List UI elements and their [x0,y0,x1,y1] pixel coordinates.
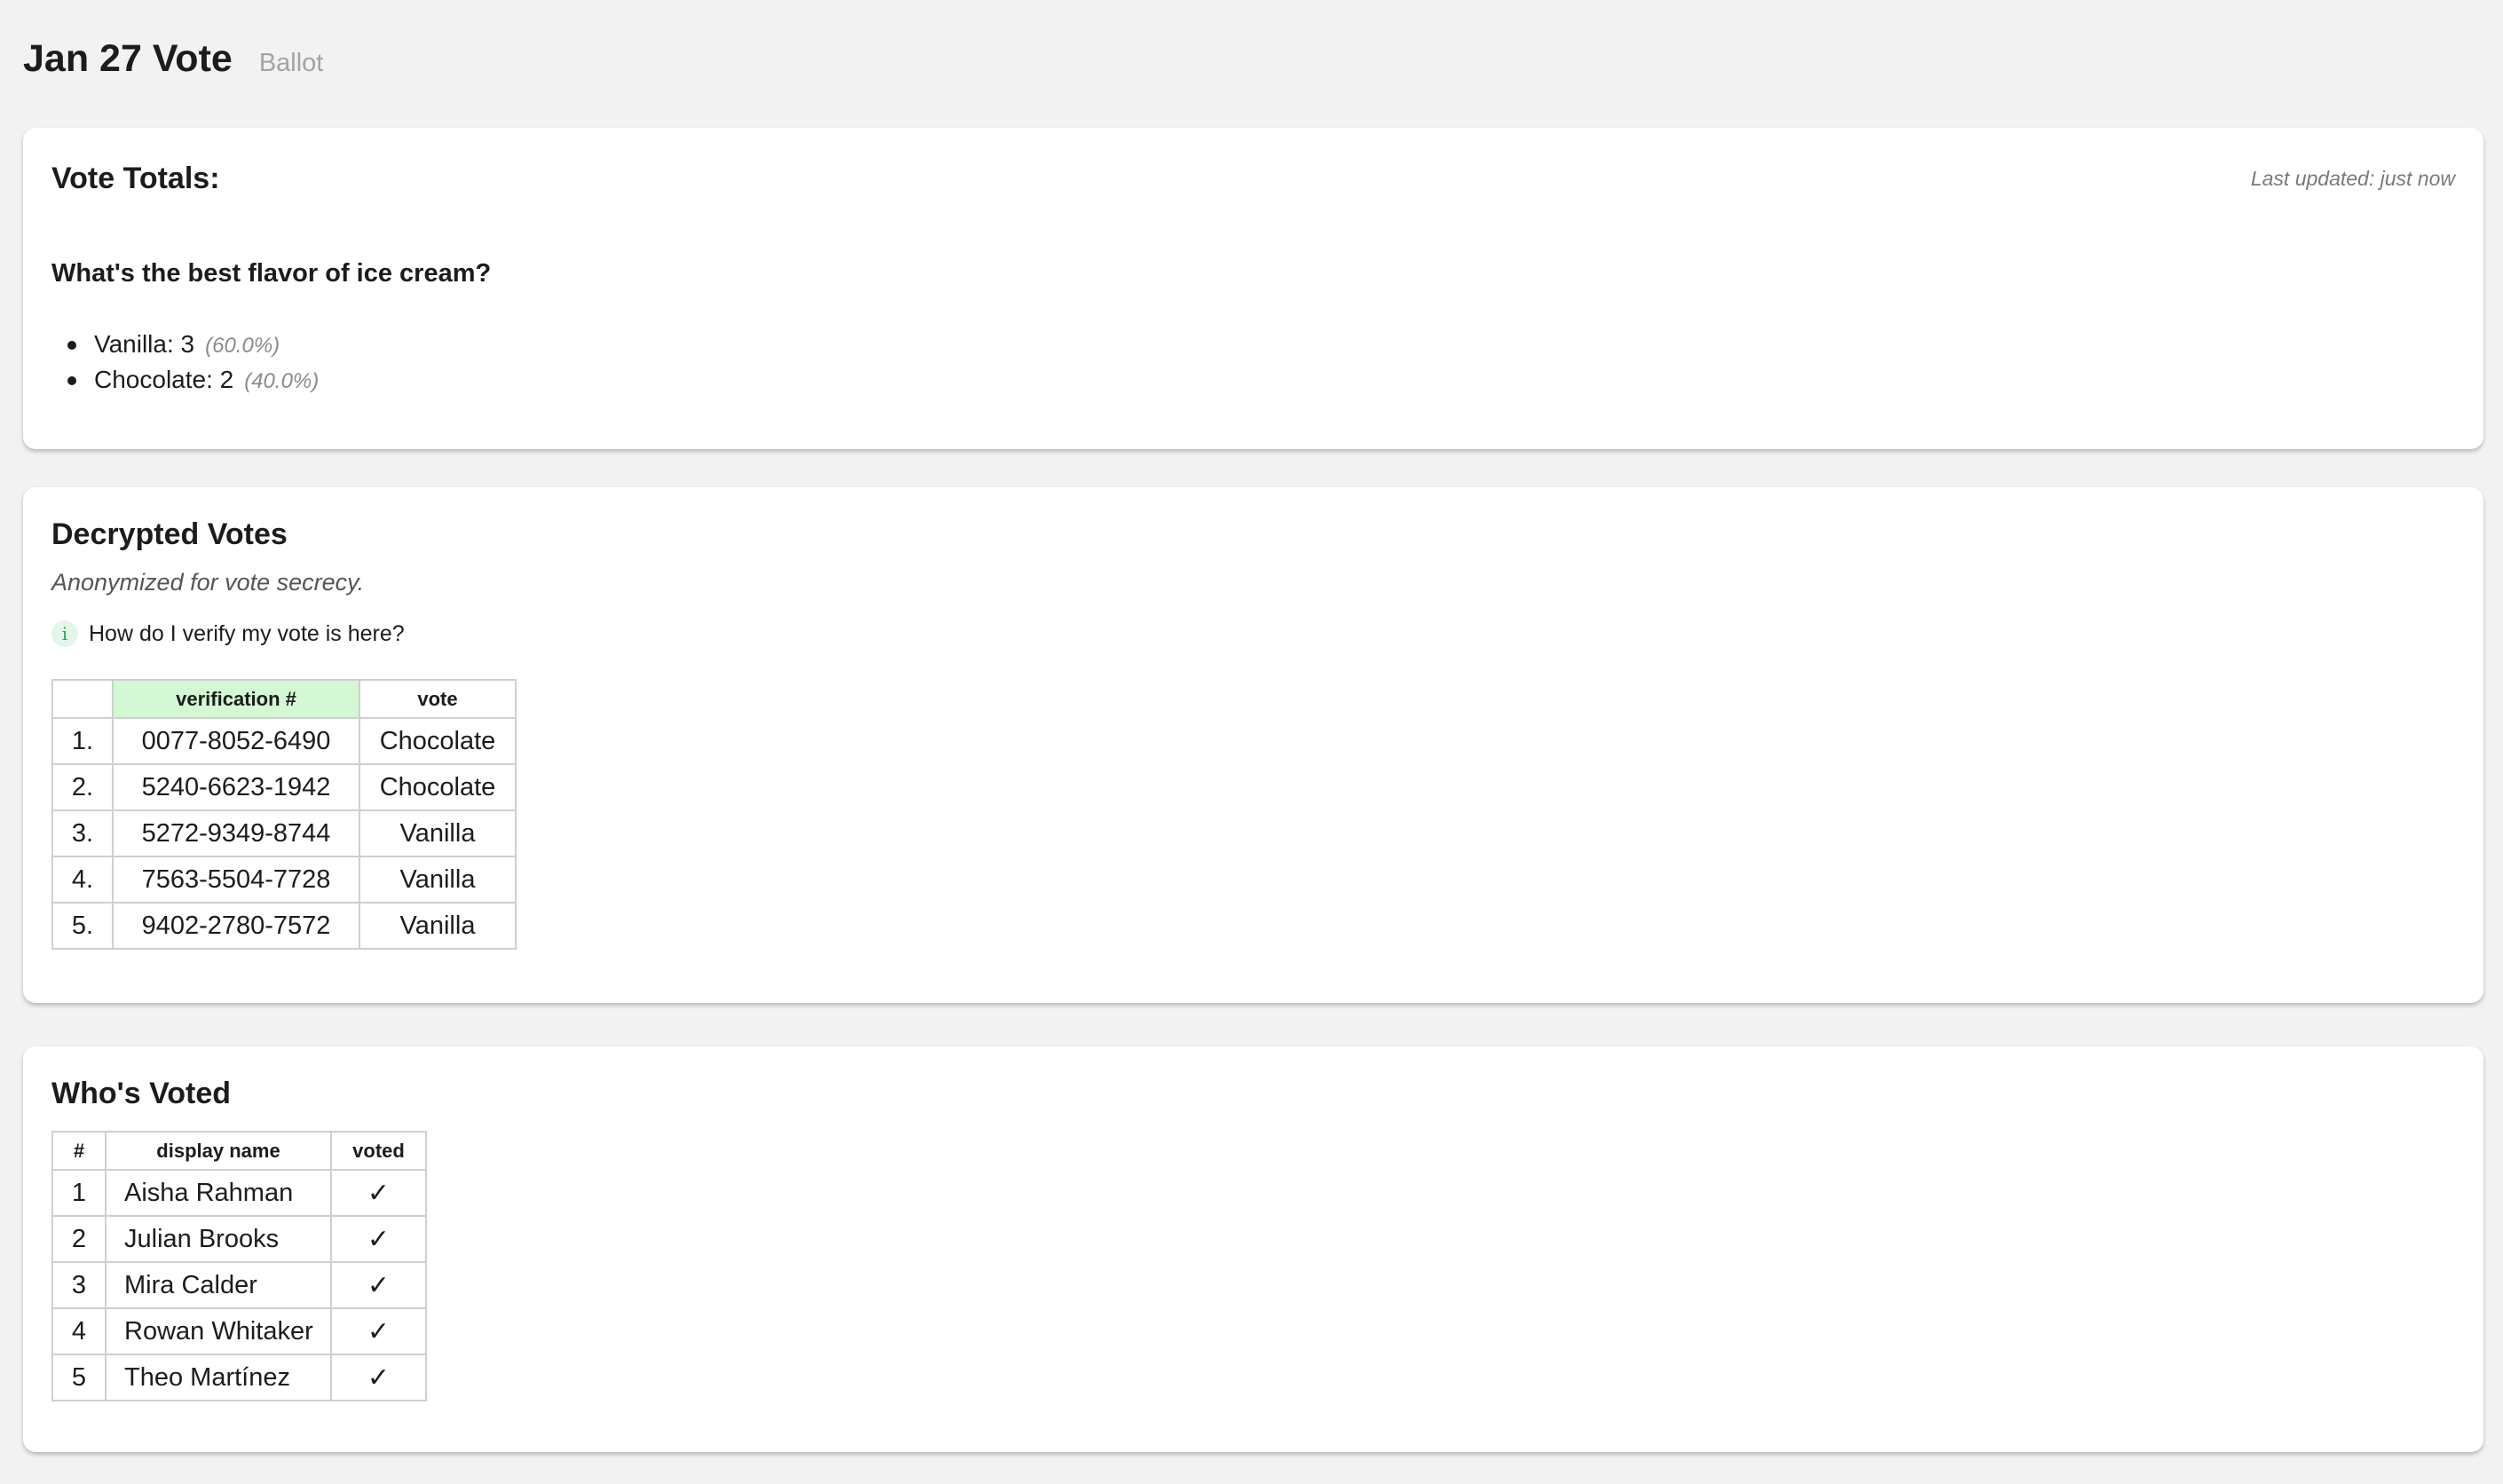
checkmark-icon: ✓ [330,1261,427,1309]
row-number: 4. [51,856,114,904]
vote-totals-title: Vote Totals: [51,162,220,195]
verify-help-link[interactable]: How do I verify my vote is here? [89,621,405,647]
voter-name: Aisha Rahman [105,1169,332,1217]
column-header-index [51,679,114,719]
vote-totals-card: Vote Totals: Last updated: just now What… [23,128,2483,449]
info-icon: i [51,620,78,647]
table-row: 2 Julian Brooks ✓ [51,1215,427,1263]
option-total-label: Vanilla: 3 [94,330,195,358]
vote-value: Vanilla [359,902,517,950]
option-total-item: Vanilla: 3 (60.0%) [67,327,319,362]
vote-value: Vanilla [359,856,517,904]
voter-name: Theo Martínez [105,1354,332,1401]
verification-code: 9402-2780-7572 [112,902,360,950]
checkmark-icon: ✓ [330,1169,427,1217]
checkmark-icon: ✓ [330,1215,427,1263]
decrypted-votes-table: verification # vote 1. 0077-8052-6490 Ch… [51,679,517,950]
column-header-verification[interactable]: verification # [112,679,360,719]
table-row: 5. 9402-2780-7572 Vanilla [51,902,517,950]
checkmark-icon: ✓ [330,1307,427,1355]
question-text: What's the best flavor of ice cream? [51,259,492,288]
voter-name: Rowan Whitaker [105,1307,332,1355]
column-header-voted: voted [330,1131,427,1171]
table-row: 4 Rowan Whitaker ✓ [51,1307,427,1355]
verification-code: 7563-5504-7728 [112,856,360,904]
table-row: 4. 7563-5504-7728 Vanilla [51,856,517,904]
verification-code: 5272-9349-8744 [112,809,360,857]
verification-code: 0077-8052-6490 [112,717,360,765]
voter-name: Julian Brooks [105,1215,332,1263]
decrypted-votes-title: Decrypted Votes [51,517,288,551]
row-number: 5 [51,1354,107,1401]
table-row: 3 Mira Calder ✓ [51,1261,427,1309]
table-header-row: verification # vote [51,679,517,719]
row-number: 1 [51,1169,107,1217]
row-number: 4 [51,1307,107,1355]
verify-help-toggle[interactable]: i How do I verify my vote is here? [51,620,405,647]
secrecy-note: Anonymized for vote secrecy. [51,569,365,596]
row-number: 2. [51,763,114,811]
page-title: Jan 27 Vote [23,37,233,80]
voter-name: Mira Calder [105,1261,332,1309]
vote-value: Vanilla [359,809,517,857]
option-total-label: Chocolate: 2 [94,366,234,393]
decrypted-votes-card: Decrypted Votes Anonymized for vote secr… [23,487,2483,1003]
row-number: 2 [51,1215,107,1263]
page-header: Jan 27 Vote Ballot [23,37,323,81]
vote-value: Chocolate [359,763,517,811]
table-header-row: # display name voted [51,1131,427,1171]
vote-value: Chocolate [359,717,517,765]
column-header-number: # [51,1131,107,1171]
whos-voted-table: # display name voted 1 Aisha Rahman ✓ 2 … [51,1131,427,1401]
checkmark-icon: ✓ [330,1354,427,1401]
column-header-display-name: display name [105,1131,332,1171]
row-number: 5. [51,902,114,950]
page: Jan 27 Vote Ballot Vote Totals: Last upd… [0,0,2503,1484]
option-total-item: Chocolate: 2 (40.0%) [67,362,320,398]
option-totals-list: Vanilla: 3 (60.0%) Chocolate: 2 (40.0%) [67,327,320,398]
column-header-vote[interactable]: vote [359,679,517,719]
whos-voted-title: Who's Voted [51,1077,231,1110]
table-row: 3. 5272-9349-8744 Vanilla [51,809,517,857]
row-number: 3. [51,809,114,857]
whos-voted-card: Who's Voted # display name voted 1 Aisha… [23,1046,2483,1452]
row-number: 1. [51,717,114,765]
option-percent: (60.0%) [205,334,280,358]
table-row: 5 Theo Martínez ✓ [51,1354,427,1401]
page-subtitle: Ballot [258,49,324,77]
table-row: 1 Aisha Rahman ✓ [51,1169,427,1217]
last-updated-text: Last updated: just now [2250,167,2455,190]
table-row: 2. 5240-6623-1942 Chocolate [51,763,517,811]
table-row: 1. 0077-8052-6490 Chocolate [51,717,517,765]
verification-code: 5240-6623-1942 [112,763,360,811]
option-percent: (40.0%) [244,369,320,393]
row-number: 3 [51,1261,107,1309]
